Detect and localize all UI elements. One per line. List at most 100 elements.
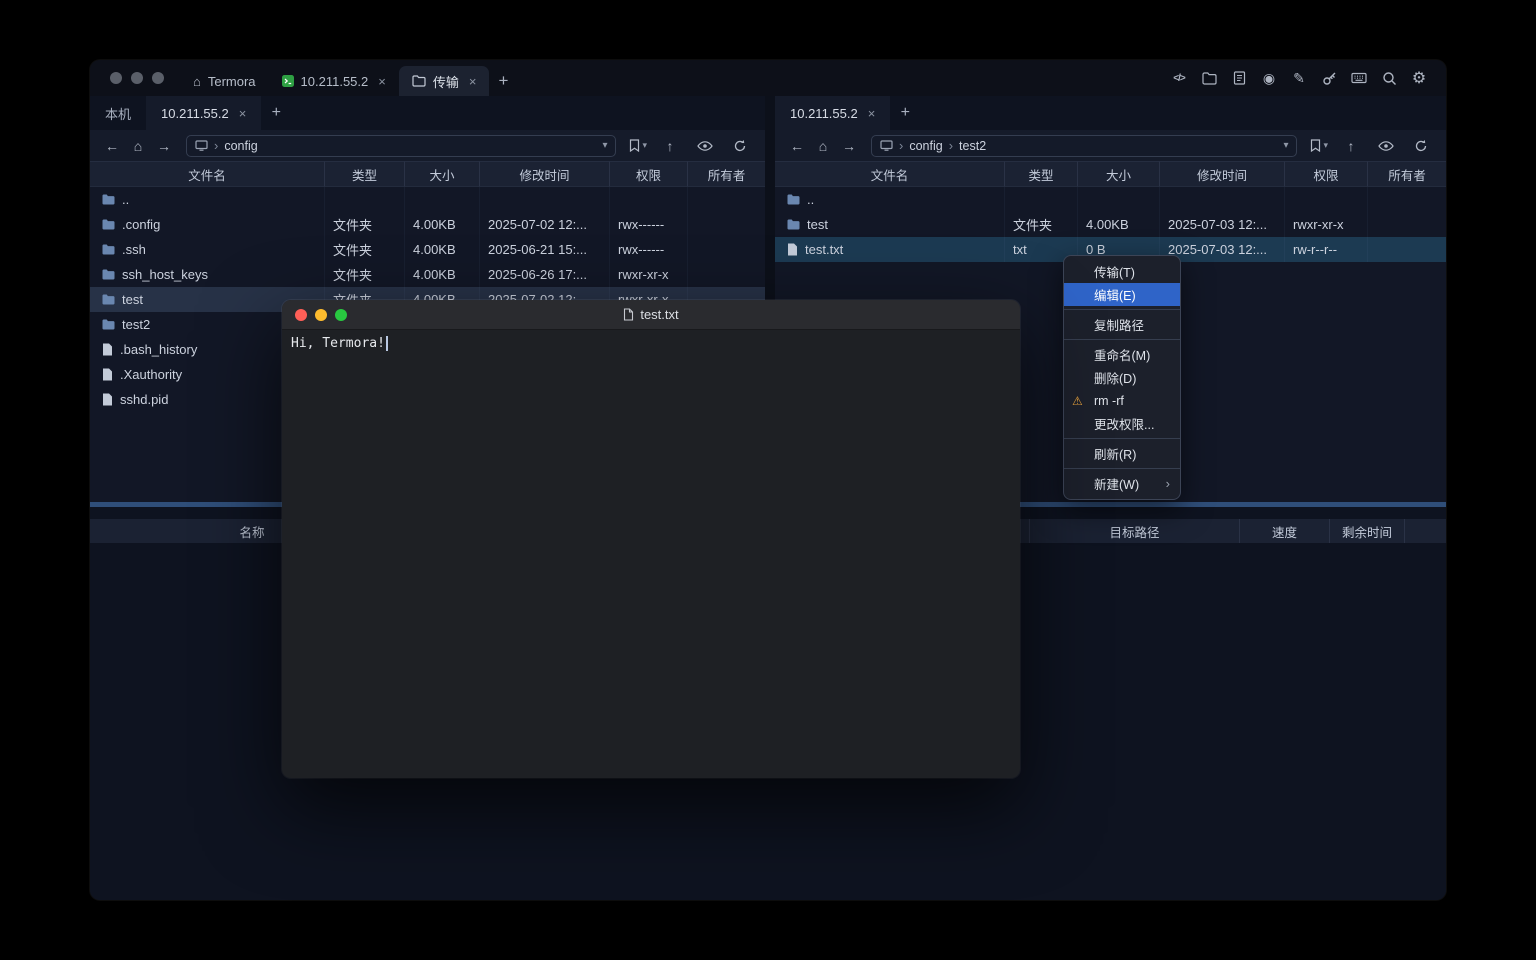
menu-item-delete[interactable]: 删除(D) bbox=[1064, 366, 1180, 389]
new-panel-tab-button[interactable]: + bbox=[261, 96, 291, 130]
column-header-type[interactable]: 类型 bbox=[325, 161, 405, 187]
zoom-window-button[interactable] bbox=[335, 309, 347, 321]
code-icon[interactable]: </> bbox=[1170, 69, 1188, 87]
cell-owner bbox=[688, 237, 765, 262]
menu-item-refresh[interactable]: 刷新(R) bbox=[1064, 442, 1180, 465]
file-row[interactable]: .config 文件夹 4.00KB 2025-07-02 12:... rwx… bbox=[90, 212, 765, 237]
folder-icon bbox=[102, 319, 115, 330]
cell-modified: 2025-06-21 15:... bbox=[480, 237, 610, 262]
menu-item-new[interactable]: 新建(W) › bbox=[1064, 472, 1180, 495]
column-header-owner[interactable]: 所有者 bbox=[688, 161, 765, 187]
menu-item-edit[interactable]: 编辑(E) bbox=[1064, 283, 1180, 306]
record-icon[interactable]: ◉ bbox=[1260, 69, 1278, 87]
parent-directory-icon[interactable]: ↑ bbox=[1339, 135, 1363, 157]
home-icon[interactable]: ⌂ bbox=[811, 135, 835, 157]
new-panel-tab-button[interactable]: + bbox=[890, 96, 920, 130]
file-row[interactable]: ssh_host_keys 文件夹 4.00KB 2025-06-26 17:.… bbox=[90, 262, 765, 287]
file-row[interactable]: test 文件夹 4.00KB 2025-07-03 12:... rwxr-x… bbox=[775, 212, 1446, 237]
key-icon[interactable] bbox=[1320, 69, 1338, 87]
panel-tab-local[interactable]: 本机 bbox=[90, 96, 146, 130]
keyboard-icon[interactable] bbox=[1350, 69, 1368, 87]
column-header-size[interactable]: 大小 bbox=[1078, 161, 1160, 187]
column-header-modified[interactable]: 修改时间 bbox=[1160, 161, 1285, 187]
back-icon[interactable]: ← bbox=[100, 135, 124, 157]
column-header-perms[interactable]: 权限 bbox=[610, 161, 688, 187]
menu-item-label: 新建(W) bbox=[1094, 474, 1139, 493]
right-navbar: ← ⌂ → › config › test2 ▾ ▾ bbox=[775, 130, 1446, 161]
window-controls[interactable] bbox=[90, 72, 180, 84]
search-icon[interactable] bbox=[1380, 69, 1398, 87]
column-header-modified[interactable]: 修改时间 bbox=[480, 161, 610, 187]
menu-separator bbox=[1064, 438, 1180, 439]
column-header-size[interactable]: 大小 bbox=[405, 161, 480, 187]
path-breadcrumb[interactable]: › config ▾ bbox=[186, 135, 616, 157]
editor-text: Hi, Termora! bbox=[291, 336, 385, 351]
panel-tab-host[interactable]: 10.211.55.2 × bbox=[146, 96, 261, 130]
menu-item-rm-rf[interactable]: ⚠ rm -rf bbox=[1064, 389, 1180, 412]
log-icon[interactable] bbox=[1230, 69, 1248, 87]
back-icon[interactable]: ← bbox=[785, 135, 809, 157]
minimize-window-button[interactable] bbox=[131, 72, 143, 84]
tab-label: Termora bbox=[208, 74, 256, 89]
cell-perms: rwxr-xr-x bbox=[1285, 212, 1368, 237]
forward-icon[interactable]: → bbox=[837, 135, 861, 157]
breadcrumb-item[interactable]: config bbox=[224, 139, 257, 153]
chevron-down-icon[interactable]: ▾ bbox=[602, 140, 607, 151]
path-breadcrumb[interactable]: › config › test2 ▾ bbox=[871, 135, 1297, 157]
bookmark-button[interactable]: ▾ bbox=[1310, 139, 1328, 152]
home-icon[interactable]: ⌂ bbox=[126, 135, 150, 157]
menu-item-label: 传输(T) bbox=[1094, 262, 1135, 281]
tab-ssh-session[interactable]: 10.211.55.2 × bbox=[269, 66, 399, 96]
cell-owner bbox=[1368, 187, 1446, 212]
menu-item-rename[interactable]: 重命名(M) bbox=[1064, 343, 1180, 366]
close-icon[interactable]: × bbox=[868, 107, 876, 120]
file-icon bbox=[102, 368, 113, 381]
menu-item-chmod[interactable]: 更改权限... bbox=[1064, 412, 1180, 435]
editor-content[interactable]: Hi, Termora! bbox=[282, 330, 1020, 357]
ssh-host-icon bbox=[282, 75, 294, 87]
folder-icon bbox=[787, 194, 800, 205]
breadcrumb-separator: › bbox=[214, 138, 218, 153]
breadcrumb-item[interactable]: test2 bbox=[959, 139, 986, 153]
transfer-column-remaining: 剩余时间 bbox=[1330, 519, 1405, 543]
bookmark-button[interactable]: ▾ bbox=[629, 139, 647, 152]
close-window-button[interactable] bbox=[110, 72, 122, 84]
parent-directory-icon[interactable]: ↑ bbox=[658, 135, 682, 157]
editor-titlebar[interactable]: test.txt bbox=[282, 300, 1020, 330]
menu-item-copy-path[interactable]: 复制路径 bbox=[1064, 313, 1180, 336]
cell-type: 文件夹 bbox=[325, 212, 405, 237]
show-hidden-eye-icon[interactable] bbox=[1374, 135, 1398, 157]
close-window-button[interactable] bbox=[295, 309, 307, 321]
file-row[interactable]: .ssh 文件夹 4.00KB 2025-06-21 15:... rwx---… bbox=[90, 237, 765, 262]
column-header-owner[interactable]: 所有者 bbox=[1368, 161, 1446, 187]
menu-item-label: 更改权限... bbox=[1094, 414, 1154, 433]
close-icon[interactable]: × bbox=[239, 107, 247, 120]
tab-termora-home[interactable]: ⌂ Termora bbox=[180, 66, 269, 96]
column-header-filename[interactable]: 文件名 bbox=[775, 161, 1005, 187]
file-row[interactable]: .. bbox=[775, 187, 1446, 212]
refresh-icon[interactable] bbox=[1409, 135, 1433, 157]
cell-name: .ssh bbox=[90, 237, 325, 262]
refresh-icon[interactable] bbox=[728, 135, 752, 157]
settings-icon[interactable]: ⚙ bbox=[1410, 69, 1428, 87]
panel-tab-host[interactable]: 10.211.55.2 × bbox=[775, 96, 890, 130]
file-row[interactable]: .. bbox=[90, 187, 765, 212]
zoom-window-button[interactable] bbox=[152, 72, 164, 84]
menu-item-label: 删除(D) bbox=[1094, 368, 1136, 387]
column-header-perms[interactable]: 权限 bbox=[1285, 161, 1368, 187]
close-icon[interactable]: × bbox=[469, 75, 477, 88]
new-tab-button[interactable]: + bbox=[489, 66, 517, 96]
minimize-window-button[interactable] bbox=[315, 309, 327, 321]
column-header-filename[interactable]: 文件名 bbox=[90, 161, 325, 187]
folder-icon[interactable] bbox=[1200, 69, 1218, 87]
close-icon[interactable]: × bbox=[378, 75, 386, 88]
editor-window-controls[interactable] bbox=[282, 309, 347, 321]
breadcrumb-item[interactable]: config bbox=[909, 139, 942, 153]
menu-item-transfer[interactable]: 传输(T) bbox=[1064, 260, 1180, 283]
pencil-icon[interactable]: ✎ bbox=[1290, 69, 1308, 87]
chevron-down-icon[interactable]: ▾ bbox=[1283, 140, 1288, 151]
forward-icon[interactable]: → bbox=[152, 135, 176, 157]
column-header-type[interactable]: 类型 bbox=[1005, 161, 1078, 187]
tab-transfer[interactable]: 传输 × bbox=[399, 66, 490, 96]
show-hidden-eye-icon[interactable] bbox=[693, 135, 717, 157]
